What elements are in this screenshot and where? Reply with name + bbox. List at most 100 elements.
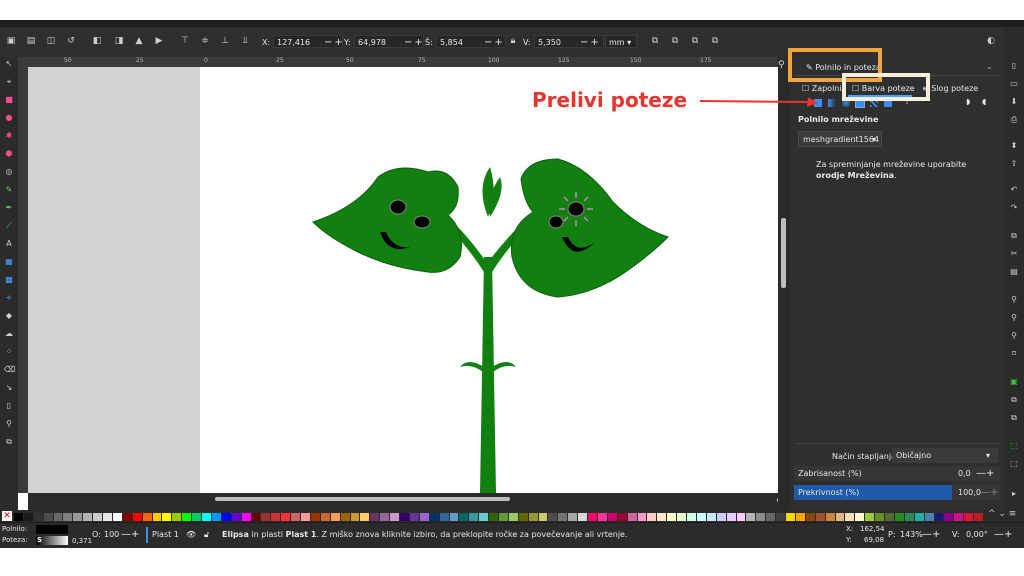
palette-swatch[interactable]: [400, 513, 409, 521]
node-tool-icon[interactable]: ⌖: [4, 77, 14, 87]
palette-swatch[interactable]: [766, 513, 776, 521]
height-stepper[interactable]: −+: [580, 37, 601, 48]
palette-swatch[interactable]: [152, 513, 162, 521]
palette-swatch[interactable]: [192, 513, 202, 521]
more-commands-icon[interactable]: ▸: [1009, 489, 1019, 499]
connector-tool-icon[interactable]: ↘: [4, 383, 14, 393]
palette-swatch[interactable]: [310, 513, 320, 521]
copy-icon[interactable]: ⧉: [1009, 231, 1019, 241]
palette-swatch[interactable]: [865, 513, 875, 521]
text-tool-icon[interactable]: A: [4, 239, 14, 249]
unit-select[interactable]: mm ▾: [605, 35, 637, 48]
palette-swatch[interactable]: [281, 513, 291, 521]
palette-swatch[interactable]: [489, 513, 498, 521]
layer-lock-icon[interactable]: 🔓︎: [204, 530, 209, 540]
open-icon[interactable]: ▭: [1009, 79, 1019, 89]
rectangle-tool-icon[interactable]: ■: [4, 95, 14, 105]
palette-swatch[interactable]: [182, 513, 192, 521]
y-stepper[interactable]: −+: [404, 37, 425, 48]
save-icon[interactable]: ⬇: [1009, 97, 1019, 107]
tweak-tool-icon[interactable]: ☁: [4, 329, 14, 339]
dropper-tool-icon[interactable]: ⟡: [4, 293, 14, 303]
import-icon[interactable]: ⬍: [1009, 141, 1019, 151]
palette-swatch[interactable]: [706, 513, 716, 521]
palette-swatch[interactable]: [875, 513, 884, 521]
group-icon[interactable]: ⬚: [1009, 441, 1019, 451]
calligraphy-tool-icon[interactable]: ⟋: [4, 221, 14, 231]
current-layer[interactable]: Plast 1: [152, 530, 179, 539]
palette-swatch[interactable]: [677, 513, 687, 521]
select-all-layers-icon[interactable]: ▤: [26, 36, 36, 46]
box3d-tool-icon[interactable]: ⬢: [4, 149, 14, 159]
palette-swatch[interactable]: [53, 513, 63, 521]
palette-swatch[interactable]: [716, 513, 726, 521]
fill-rule-evenodd-icon[interactable]: ◗: [966, 97, 970, 106]
palette-swatch[interactable]: [538, 513, 548, 521]
horizontal-scroll-thumb[interactable]: [215, 497, 510, 501]
opacity-stepper[interactable]: —+: [980, 487, 998, 498]
palette-swatch[interactable]: [103, 513, 112, 521]
palette-swatch[interactable]: [360, 513, 370, 521]
export-icon[interactable]: ⇪: [1009, 159, 1019, 169]
palette-swatch[interactable]: [162, 513, 172, 521]
lock-icon[interactable]: 🔒︎: [508, 36, 518, 46]
palette-swatch[interactable]: [14, 513, 23, 521]
palette-swatch[interactable]: [419, 513, 429, 521]
spiral-tool-icon[interactable]: ◎: [4, 167, 14, 177]
status-opacity-stepper[interactable]: —+: [121, 529, 139, 540]
palette-swatch[interactable]: [83, 513, 93, 521]
palette-swatch[interactable]: [548, 513, 558, 521]
stem[interactable]: [480, 257, 496, 493]
zoom-fit-icon[interactable]: ⚲: [778, 60, 785, 70]
zoom-tool-icon[interactable]: ⚲: [4, 419, 14, 429]
no-paint-swatch-icon[interactable]: ✕: [2, 511, 12, 521]
palette-swatch[interactable]: [805, 513, 815, 521]
paint-bucket-tool-icon[interactable]: ◆: [4, 311, 14, 321]
palette-swatch[interactable]: [241, 513, 251, 521]
palette-swatch[interactable]: [687, 513, 696, 521]
palette-swatch[interactable]: [429, 513, 439, 521]
lower-icon[interactable]: ▶: [154, 36, 164, 46]
new-document-icon[interactable]: ▯: [1009, 61, 1019, 71]
palette-swatch[interactable]: [558, 513, 568, 521]
opacity-value[interactable]: 100,0: [958, 488, 981, 497]
palette-swatch[interactable]: [112, 513, 122, 521]
palette-swatch[interactable]: [736, 513, 746, 521]
palette-swatch[interactable]: [795, 513, 805, 521]
palette-swatch[interactable]: [93, 513, 103, 521]
palette-swatch[interactable]: [825, 513, 835, 521]
clone-icon[interactable]: ⧉: [1009, 395, 1019, 405]
right-leaf[interactable]: [510, 158, 669, 298]
flip-vertical-icon[interactable]: ◨: [114, 36, 124, 46]
align-bottom-icon[interactable]: ⊥: [220, 36, 230, 46]
palette-swatch[interactable]: [370, 513, 380, 521]
select-all-icon[interactable]: ▣: [6, 36, 16, 46]
ungroup-icon[interactable]: ⬚: [1009, 459, 1019, 469]
palette-swatch[interactable]: [23, 513, 33, 521]
fill-rule-nonzero-icon[interactable]: ◖: [982, 97, 986, 106]
scale-stroke-icon[interactable]: ⧉: [650, 36, 660, 46]
rotation-value[interactable]: 0,00°: [966, 530, 988, 539]
palette-swatch[interactable]: [439, 513, 449, 521]
align-baseline-icon[interactable]: ⫫: [240, 36, 250, 46]
stroke-indicator[interactable]: S: [36, 536, 68, 545]
status-opacity-value[interactable]: 100: [104, 530, 119, 539]
palette-swatch[interactable]: [409, 513, 419, 521]
stroke-width-value[interactable]: 0,371: [72, 537, 92, 545]
blend-mode-select[interactable]: Običajno ▾: [892, 448, 998, 463]
mesh-select[interactable]: meshgradient1564 ▾: [798, 131, 882, 147]
opacity-slider[interactable]: Prekrivnost (%) 100,0 —+: [794, 485, 1000, 500]
rotate-ccw-icon[interactable]: ↺: [66, 36, 76, 46]
palette-swatch[interactable]: [211, 513, 221, 521]
horizontal-scrollbar[interactable]: [28, 493, 778, 510]
align-middle-icon[interactable]: ≑: [200, 36, 210, 46]
palette-swatch[interactable]: [746, 513, 756, 521]
scale-corners-icon[interactable]: ⧉: [670, 36, 680, 46]
palette-swatch[interactable]: [815, 513, 825, 521]
layer-visibility-icon[interactable]: 👁︎: [186, 530, 196, 539]
palette-scroll-icon[interactable]: ^ ⌄ ≡: [988, 509, 1016, 519]
pen-tool-icon[interactable]: ✒: [4, 203, 14, 213]
palette-swatch[interactable]: [449, 513, 459, 521]
undo-icon[interactable]: ↶: [1009, 185, 1019, 195]
palette-swatch[interactable]: [508, 513, 518, 521]
